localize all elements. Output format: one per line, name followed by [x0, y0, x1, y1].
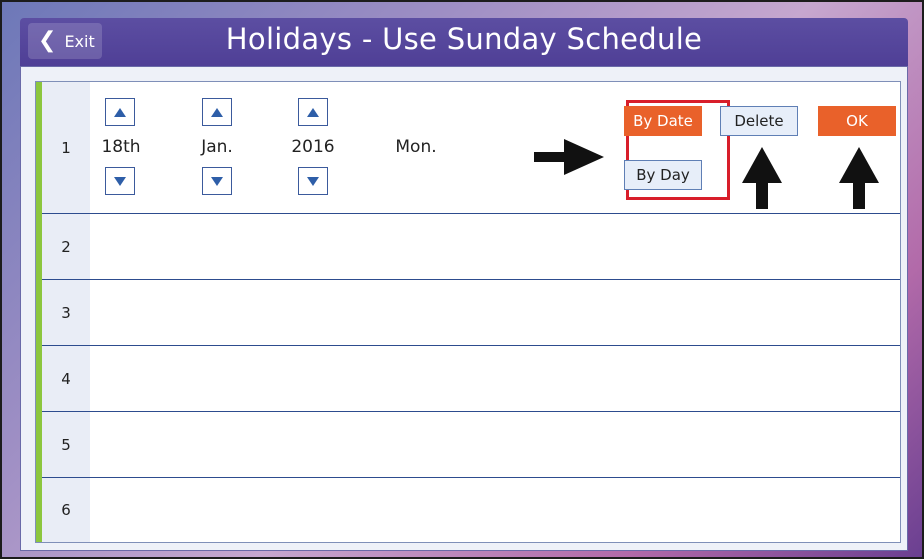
table-row-2: 2 [42, 214, 900, 280]
holiday-table: 1 18th Jan. 2016 Mon. By Date By Day Del… [35, 81, 901, 543]
ok-button[interactable]: OK [818, 106, 896, 136]
month-value: Jan. [201, 137, 233, 157]
by-date-button[interactable]: By Date [624, 106, 702, 136]
arrow-up-annotation-icon [839, 147, 879, 209]
weekday-value: Mon. [395, 137, 437, 157]
year-up-button[interactable] [298, 98, 328, 126]
arrow-up-icon [114, 107, 126, 117]
month-spinner-down [202, 167, 234, 195]
delete-button[interactable]: Delete [720, 106, 798, 136]
row-number: 5 [42, 412, 90, 477]
month-down-button[interactable] [202, 167, 232, 195]
table-row-1: 1 18th Jan. 2016 Mon. By Date By Day Del… [42, 82, 900, 214]
title-bar: ❮ Exit Holidays - Use Sunday Schedule [20, 18, 908, 66]
holiday-panel: 1 18th Jan. 2016 Mon. By Date By Day Del… [20, 66, 908, 551]
table-row-6: 6 [42, 478, 900, 542]
table-row-3: 3 [42, 280, 900, 346]
row-number: 6 [42, 478, 90, 542]
row-number: 1 [42, 82, 90, 213]
day-spinner [105, 98, 137, 126]
app-frame: ❮ Exit Holidays - Use Sunday Schedule 1 … [0, 0, 924, 559]
day-down-button[interactable] [105, 167, 135, 195]
day-spinner-down [105, 167, 137, 195]
day-up-button[interactable] [105, 98, 135, 126]
year-spinner-down [298, 167, 330, 195]
page-title: Holidays - Use Sunday Schedule [225, 22, 703, 56]
arrow-up-annotation-icon [742, 147, 782, 209]
month-up-button[interactable] [202, 98, 232, 126]
by-day-button[interactable]: By Day [624, 160, 702, 190]
day-value: 18th [101, 137, 141, 157]
table-row-4: 4 [42, 346, 900, 412]
row-number: 2 [42, 214, 90, 279]
year-spinner [298, 98, 330, 126]
year-down-button[interactable] [298, 167, 328, 195]
arrow-up-icon [211, 107, 223, 117]
arrow-down-icon [211, 176, 223, 186]
arrow-right-icon [534, 139, 604, 175]
row-number: 3 [42, 280, 90, 345]
arrow-down-icon [307, 176, 319, 186]
arrow-down-icon [114, 176, 126, 186]
table-row-5: 5 [42, 412, 900, 478]
arrow-up-icon [307, 107, 319, 117]
row-number: 4 [42, 346, 90, 411]
year-value: 2016 [291, 137, 335, 157]
month-spinner [202, 98, 234, 126]
